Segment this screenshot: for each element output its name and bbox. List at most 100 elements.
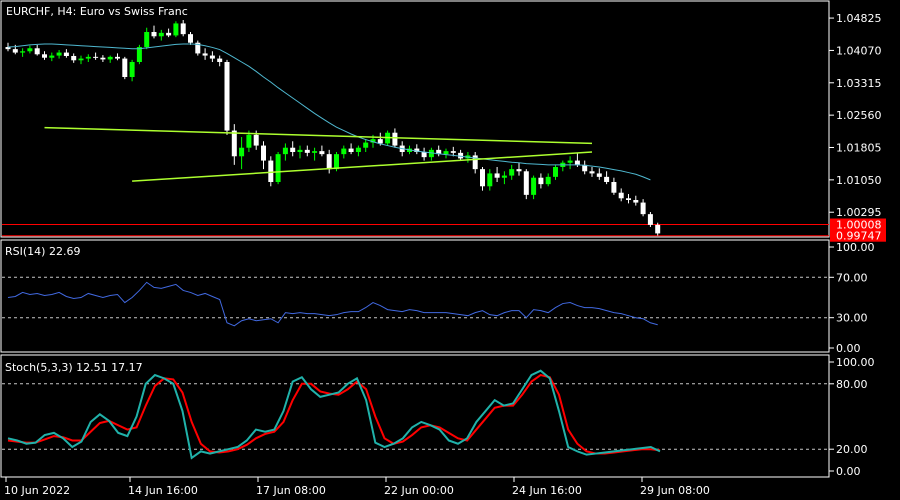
candle-body-66 (487, 173, 493, 187)
candle-body-46 (341, 148, 347, 155)
time-tick-label-0: 10 Jun 2022 (4, 484, 70, 497)
candle-body-10 (78, 58, 84, 61)
candle-body-40 (297, 149, 303, 152)
candle-body-57 (421, 152, 427, 158)
candle-body-12 (93, 56, 99, 58)
candle-body-49 (363, 142, 369, 148)
stoch-tick-label-0: 100.00 (836, 356, 875, 369)
candle-body-29 (217, 58, 223, 62)
candle-body-14 (107, 56, 113, 60)
candle-body-71 (523, 171, 529, 195)
candle-body-18 (136, 47, 142, 62)
candle-body-70 (516, 169, 522, 172)
candle-body-25 (188, 34, 193, 43)
candle-body-67 (494, 173, 500, 178)
candle-body-51 (377, 139, 383, 144)
candle-body-30 (224, 62, 230, 131)
candle-body-73 (538, 177, 544, 185)
candle-body-47 (348, 148, 354, 152)
price-tick-label-6: 1.00295 (836, 206, 882, 219)
stoch-tick-label-2: 20.00 (836, 443, 868, 456)
candle-body-68 (501, 175, 507, 178)
candle-body-16 (122, 58, 128, 77)
candle-body-28 (209, 55, 215, 59)
candle-body-88 (647, 214, 653, 225)
candle-body-45 (334, 154, 339, 170)
candle-body-3 (27, 48, 33, 52)
rsi-panel (0, 239, 830, 353)
candle-body-4 (34, 48, 40, 55)
candle-body-48 (355, 147, 361, 152)
candle-body-23 (173, 23, 179, 36)
candle-body-60 (443, 151, 449, 155)
candle-body-17 (129, 62, 135, 77)
time-tick-label-5: 29 Jun 08:00 (640, 484, 710, 497)
candle-body-78 (574, 160, 580, 165)
candle-body-31 (231, 130, 237, 157)
candle-body-86 (633, 200, 639, 203)
candle-body-38 (282, 147, 288, 155)
candle-body-34 (253, 134, 259, 146)
price-tick-label-5: 1.01050 (836, 174, 882, 187)
candle-body-41 (304, 149, 310, 153)
price-tick-label-4: 1.01805 (836, 142, 882, 155)
symbol-label: EURCHF, H4: Euro vs Swiss Franc (6, 5, 188, 18)
time-tick-label-1: 14 Jun 16:00 (128, 484, 198, 497)
candle-body-42 (312, 151, 318, 153)
candle-body-19 (144, 32, 150, 47)
candle-body-37 (275, 154, 281, 182)
candle-body-44 (326, 154, 332, 170)
candle-body-77 (567, 160, 573, 163)
candle-body-80 (589, 171, 595, 174)
rsi-tick-label-0: 100.00 (836, 241, 875, 254)
price-tick-label-3: 1.02560 (836, 109, 882, 122)
stoch-label: Stoch(5,3,3) 12.51 17.17 (5, 361, 143, 374)
price-tick-label-0: 1.04825 (836, 12, 882, 25)
time-tick-label-2: 17 Jun 08:00 (256, 484, 326, 497)
candle-body-15 (115, 56, 120, 59)
rsi-label: RSI(14) 22.69 (5, 245, 80, 258)
candle-body-74 (545, 176, 551, 185)
candle-body-36 (268, 160, 274, 182)
candle-body-85 (626, 198, 631, 200)
candle-body-33 (246, 134, 252, 148)
stoch-tick-label-3: 0.00 (836, 465, 861, 478)
candle-body-43 (319, 151, 325, 155)
candle-body-53 (392, 132, 398, 146)
candle-body-35 (261, 145, 266, 161)
candle-body-1 (12, 49, 18, 53)
candle-body-83 (611, 182, 617, 193)
candle-body-69 (509, 169, 515, 176)
candle-body-13 (100, 57, 106, 60)
time-tick-label-3: 22 Jun 00:00 (384, 484, 454, 497)
candle-body-81 (596, 173, 602, 177)
time-tick-label-4: 24 Jun 16:00 (512, 484, 582, 497)
candle-body-20 (151, 32, 157, 37)
candle-body-7 (56, 52, 62, 56)
candle-body-2 (20, 51, 26, 53)
price-tick-label-1: 1.04070 (836, 44, 882, 57)
candle-body-5 (42, 54, 47, 58)
rsi-tick-label-3: 0.00 (836, 342, 861, 355)
candle-body-87 (640, 202, 646, 215)
candle-body-32 (239, 147, 245, 157)
candle-body-21 (158, 32, 164, 37)
chart-root: 1.04825 1.04070 1.03315 1.02560 1.01805 1.010… (0, 0, 886, 497)
candle-body-72 (531, 177, 537, 195)
candle-body-27 (202, 53, 208, 56)
price-panel (0, 0, 830, 238)
candle-body-75 (553, 167, 558, 177)
rsi-tick-label-1: 70.00 (836, 271, 868, 284)
candle-body-22 (166, 32, 172, 36)
candle-body-8 (63, 52, 69, 56)
price-tick-label-2: 1.03315 (836, 77, 882, 90)
candle-body-6 (49, 55, 55, 58)
candle-body-84 (618, 192, 624, 199)
candle-body-24 (180, 23, 186, 35)
candle-body-61 (450, 151, 456, 153)
candle-body-65 (480, 169, 485, 187)
candle-body-82 (604, 176, 610, 182)
candle-body-89 (655, 224, 661, 234)
stoch-tick-label-1: 80.00 (836, 378, 868, 391)
candle-body-9 (71, 56, 77, 61)
